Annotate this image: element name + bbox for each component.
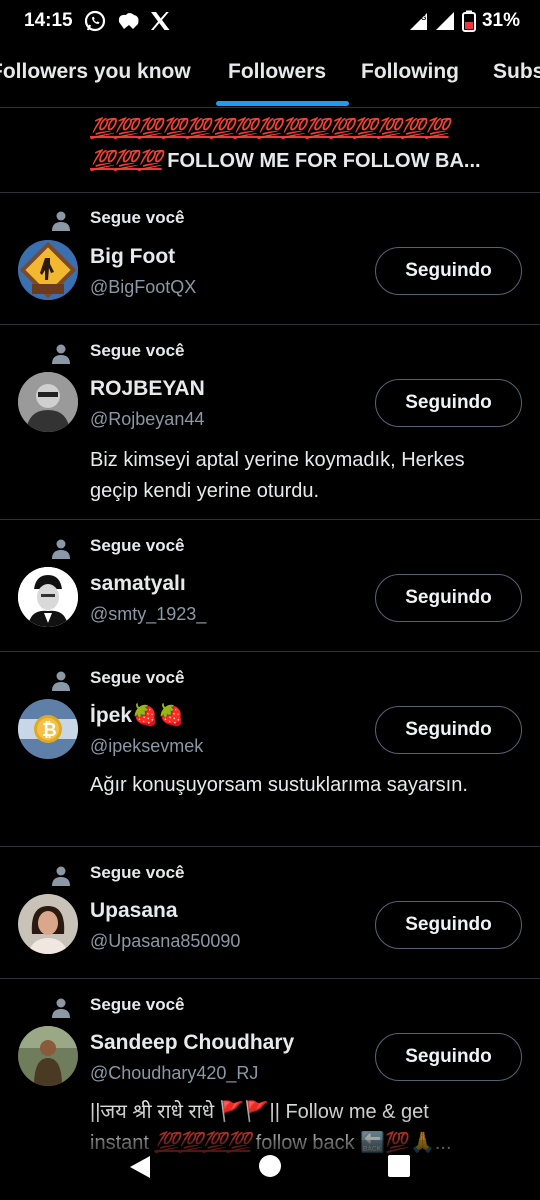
user-handle[interactable]: @ipeksevmek <box>90 736 203 757</box>
list-item[interactable]: Segue você Upasana @Upasana850090 Seguin… <box>0 847 540 979</box>
avatar[interactable] <box>18 372 78 432</box>
list-item[interactable]: Segue você ₿ İpek🍓🍓 @ipeksevmek Seguindo… <box>0 652 540 847</box>
following-button[interactable]: Seguindo <box>375 574 522 622</box>
cloud-icon <box>118 13 139 29</box>
tab-subscriptions[interactable]: Subscriptions <box>493 60 540 84</box>
hundred-emoji: 💯💯💯💯💯💯💯💯💯💯💯💯💯💯💯 <box>90 118 450 140</box>
status-notification-icons <box>83 9 171 33</box>
whatsapp-icon <box>84 10 105 32</box>
bio-line: 💯💯💯 FOLLOW ME FOR FOLLOW BA... <box>90 148 481 173</box>
following-button[interactable]: Seguindo <box>375 706 522 754</box>
tab-bar: Followers you know Followers Following S… <box>0 42 540 108</box>
user-handle[interactable]: @Rojbeyan44 <box>90 409 204 430</box>
tab-following[interactable]: Following <box>361 60 459 84</box>
person-icon <box>52 344 70 364</box>
avatar[interactable] <box>18 894 78 954</box>
avatar[interactable] <box>18 567 78 627</box>
user-bio: Biz kimseyi aptal yerine koymadık, Herke… <box>90 449 465 502</box>
system-navigation-bar <box>0 1140 540 1200</box>
svg-text:₿: ₿ <box>42 720 57 740</box>
list-item[interactable]: Segue você ROJBEYAN @Rojbeyan44 Seguindo… <box>0 325 540 520</box>
follows-you-indicator: Segue você <box>52 341 185 364</box>
person-icon <box>52 211 70 231</box>
follows-you-label: Segue você <box>90 668 185 687</box>
status-system-icons: 4G 31% <box>406 10 520 32</box>
follows-you-label: Segue você <box>90 995 185 1014</box>
wifi-icon: 4G <box>409 13 427 30</box>
following-button[interactable]: Seguindo <box>375 247 522 295</box>
tab-selected-indicator <box>216 101 349 106</box>
user-name[interactable]: samatyalı <box>90 572 186 596</box>
user-name[interactable]: ROJBEYAN <box>90 377 205 401</box>
recents-icon[interactable] <box>387 1154 411 1178</box>
avatar[interactable] <box>18 240 78 300</box>
battery-icon <box>461 10 476 32</box>
person-icon <box>52 539 70 559</box>
follows-you-indicator: Segue você <box>52 536 185 559</box>
follows-you-label: Segue você <box>90 863 185 882</box>
person-icon <box>52 998 70 1018</box>
list-item[interactable]: Segue você samatyalı @smty_1923_ Seguind… <box>0 520 540 652</box>
user-bio: Ağır konuşuyorsam sustuklarıma sayarsın. <box>90 774 468 796</box>
bio-line: ||जय श्री राधे राधे 🚩🚩|| Follow me & get <box>90 1101 429 1123</box>
battery-percent: 31% <box>481 10 520 31</box>
list-item-partial[interactable]: 💯💯💯💯💯💯💯💯💯💯💯💯💯💯💯 💯💯💯 FOLLOW ME FOR FOLLOW… <box>0 108 540 193</box>
list-item[interactable]: Segue você Big Foot @BigFootQX Seguindo <box>0 193 540 325</box>
tab-followers[interactable]: Followers <box>228 60 326 84</box>
follows-you-label: Segue você <box>90 536 185 555</box>
bio-text: FOLLOW ME FOR FOLLOW BA... <box>161 150 481 172</box>
bio-line: 💯💯💯💯💯💯💯💯💯💯💯💯💯💯💯 <box>90 116 450 141</box>
status-time: 14:15 <box>24 10 73 31</box>
user-name[interactable]: Sandeep Choudhary <box>90 1031 294 1055</box>
tab-followers-you-know[interactable]: Followers you know <box>0 60 191 84</box>
svg-text:4G: 4G <box>417 15 427 22</box>
hundred-emoji: 💯💯💯 <box>90 150 163 172</box>
following-button[interactable]: Seguindo <box>375 901 522 949</box>
follows-you-indicator: Segue você <box>52 863 185 886</box>
user-name[interactable]: Upasana <box>90 899 178 923</box>
person-icon <box>52 671 70 691</box>
avatar[interactable]: ₿ <box>18 699 78 759</box>
signal-icon <box>435 12 454 30</box>
follows-you-label: Segue você <box>90 208 185 227</box>
person-icon <box>52 866 70 886</box>
user-name[interactable]: Big Foot <box>90 245 175 269</box>
status-bar: 14:15 4G 31% <box>0 0 540 42</box>
back-icon[interactable] <box>128 1154 152 1180</box>
home-icon[interactable] <box>258 1154 282 1178</box>
x-icon <box>150 12 170 30</box>
follows-you-indicator: Segue você <box>52 668 185 691</box>
following-button[interactable]: Seguindo <box>375 1033 522 1081</box>
user-handle[interactable]: @Choudhary420_RJ <box>90 1063 258 1084</box>
user-handle[interactable]: @BigFootQX <box>90 277 196 298</box>
following-button[interactable]: Seguindo <box>375 379 522 427</box>
follows-you-indicator: Segue você <box>52 995 185 1018</box>
user-handle[interactable]: @smty_1923_ <box>90 604 206 625</box>
avatar[interactable] <box>18 1026 78 1086</box>
user-handle[interactable]: @Upasana850090 <box>90 931 240 952</box>
user-name[interactable]: İpek🍓🍓 <box>90 704 184 728</box>
follows-you-label: Segue você <box>90 341 185 360</box>
follows-you-indicator: Segue você <box>52 208 185 231</box>
